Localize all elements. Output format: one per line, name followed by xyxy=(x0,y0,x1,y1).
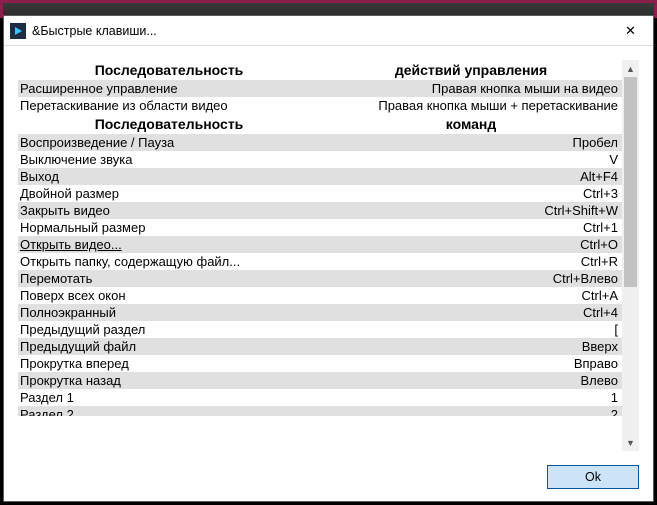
row-shortcut: Ctrl+1 xyxy=(320,219,622,236)
row-shortcut: Ctrl+Shift+W xyxy=(320,202,622,219)
table-row[interactable]: Перетаскивание из области видеоПравая кн… xyxy=(18,97,622,114)
table-row[interactable]: Воспроизведение / ПаузаПробел xyxy=(18,134,622,151)
row-action: Прокрутка назад xyxy=(18,372,320,389)
row-shortcut: 2 xyxy=(320,406,622,416)
titlebar: &Быстрые клавиши... ✕ xyxy=(4,16,653,46)
header-right: команд xyxy=(320,114,622,134)
table-row[interactable]: Открыть видео...Ctrl+O xyxy=(18,236,622,253)
row-action: Предыдущий файл xyxy=(18,338,320,355)
header-left: Последовательность xyxy=(18,60,320,80)
row-shortcut: Ctrl+A xyxy=(320,287,622,304)
row-action: Открыть видео... xyxy=(18,236,320,253)
table-row[interactable]: Выключение звукаV xyxy=(18,151,622,168)
row-shortcut: [ xyxy=(320,321,622,338)
row-action: Выключение звука xyxy=(18,151,320,168)
table-body: Последовательностьдействий управленияРас… xyxy=(18,60,622,451)
row-action: Перетаскивание из области видео xyxy=(18,97,320,114)
row-action: Полноэкранный xyxy=(18,304,320,321)
close-button[interactable]: ✕ xyxy=(608,16,653,46)
row-shortcut: Ctrl+Влево xyxy=(320,270,622,287)
table-row[interactable]: Раздел 22 xyxy=(18,406,622,416)
dialog-footer: Ok xyxy=(4,461,653,501)
hotkeys-dialog: &Быстрые клавиши... ✕ Последовательность… xyxy=(3,15,654,502)
scroll-thumb[interactable] xyxy=(624,77,637,287)
row-shortcut: Влево xyxy=(320,372,622,389)
row-shortcut: Alt+F4 xyxy=(320,168,622,185)
section-header: Последовательностьдействий управления xyxy=(18,60,622,80)
row-action: Прокрутка вперед xyxy=(18,355,320,372)
row-shortcut: V xyxy=(320,151,622,168)
row-shortcut: Ctrl+R xyxy=(320,253,622,270)
table-row[interactable]: ВыходAlt+F4 xyxy=(18,168,622,185)
row-shortcut: Вправо xyxy=(320,355,622,372)
table-row[interactable]: Прокрутка назадВлево xyxy=(18,372,622,389)
row-action: Закрыть видео xyxy=(18,202,320,219)
row-shortcut: Правая кнопка мыши на видео xyxy=(320,80,622,97)
dialog-content: Последовательностьдействий управленияРас… xyxy=(4,46,653,461)
row-action: Предыдущий раздел xyxy=(18,321,320,338)
row-shortcut: Ctrl+3 xyxy=(320,185,622,202)
table-row[interactable]: ПеремотатьCtrl+Влево xyxy=(18,270,622,287)
row-action: Поверх всех окон xyxy=(18,287,320,304)
table-row[interactable]: ПолноэкранныйCtrl+4 xyxy=(18,304,622,321)
scroll-down-arrow[interactable]: ▼ xyxy=(622,434,639,451)
close-icon: ✕ xyxy=(625,23,636,39)
scroll-up-arrow[interactable]: ▲ xyxy=(622,60,639,77)
row-shortcut: Ctrl+O xyxy=(320,236,622,253)
row-action: Двойной размер xyxy=(18,185,320,202)
table-row[interactable]: Открыть папку, содержащую файл...Ctrl+R xyxy=(18,253,622,270)
header-left: Последовательность xyxy=(18,114,320,134)
table-row[interactable]: Предыдущий файлВверх xyxy=(18,338,622,355)
row-shortcut: Пробел xyxy=(320,134,622,151)
row-action: Открыть папку, содержащую файл... xyxy=(18,253,320,270)
table-row[interactable]: Прокрутка впередВправо xyxy=(18,355,622,372)
table-row[interactable]: Расширенное управлениеПравая кнопка мыши… xyxy=(18,80,622,97)
window-title: &Быстрые клавиши... xyxy=(32,24,608,38)
table-row[interactable]: Нормальный размерCtrl+1 xyxy=(18,219,622,236)
ok-button[interactable]: Ok xyxy=(547,465,639,489)
section-header: Последовательностькоманд xyxy=(18,114,622,134)
table-row[interactable]: Закрыть видеоCtrl+Shift+W xyxy=(18,202,622,219)
hotkey-table: Последовательностьдействий управленияРас… xyxy=(18,60,639,451)
table-row[interactable]: Предыдущий раздел[ xyxy=(18,321,622,338)
row-action: Расширенное управление xyxy=(18,80,320,97)
table-row[interactable]: Двойной размерCtrl+3 xyxy=(18,185,622,202)
vertical-scrollbar[interactable]: ▲ ▼ xyxy=(622,60,639,451)
row-action: Выход xyxy=(18,168,320,185)
row-action: Нормальный размер xyxy=(18,219,320,236)
row-action: Перемотать xyxy=(18,270,320,287)
row-action: Раздел 2 xyxy=(18,406,320,416)
table-row[interactable]: Поверх всех оконCtrl+A xyxy=(18,287,622,304)
row-action: Воспроизведение / Пауза xyxy=(18,134,320,151)
row-shortcut: Вверх xyxy=(320,338,622,355)
table-row[interactable]: Раздел 11 xyxy=(18,389,622,406)
row-action: Раздел 1 xyxy=(18,389,320,406)
app-play-icon xyxy=(10,23,26,39)
ok-button-label: Ok xyxy=(585,470,601,484)
header-right: действий управления xyxy=(320,60,622,80)
row-shortcut: Ctrl+4 xyxy=(320,304,622,321)
row-shortcut: Правая кнопка мыши + перетаскивание xyxy=(320,97,622,114)
row-shortcut: 1 xyxy=(320,389,622,406)
